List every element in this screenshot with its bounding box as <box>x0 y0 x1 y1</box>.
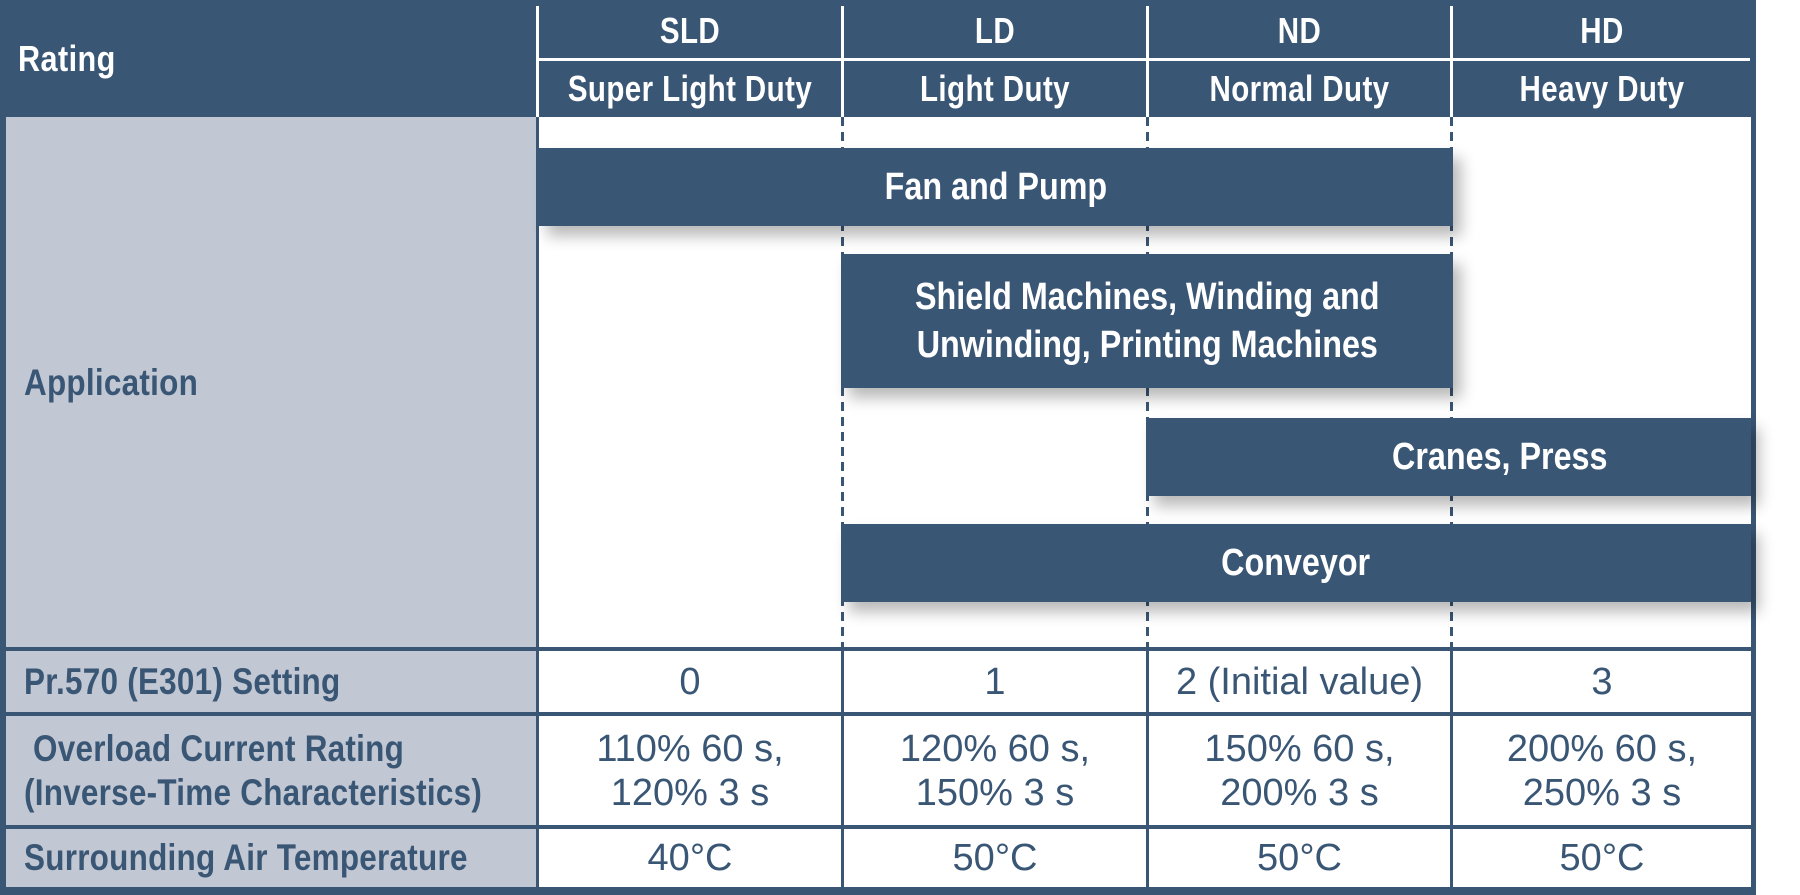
cell-line: 40°C <box>647 837 733 879</box>
cell-line: 250% 3 s <box>1522 771 1682 814</box>
table-cell: 3 <box>1453 651 1751 712</box>
cell-line: 150% 60 s, <box>1204 727 1395 770</box>
column-name-ld: Light Duty <box>919 68 1071 109</box>
cell-line: 50°C <box>1559 837 1645 879</box>
application-bar-fan-and-pump: Fan and Pump <box>539 148 1453 226</box>
cell-line: 200% 60 s, <box>1506 727 1698 770</box>
header-divider <box>841 6 844 117</box>
application-bar-cranes-press: Cranes, Press <box>1146 418 1751 496</box>
cell-line: 3 <box>1591 660 1613 703</box>
cell-line: 1 <box>984 660 1006 703</box>
table-cell: 50°C <box>1453 829 1751 887</box>
cell-line: 120% 60 s, <box>899 727 1091 770</box>
table-cell: 50°C <box>1149 829 1450 887</box>
cell-line: 150% 3 s <box>915 771 1075 814</box>
application-bar-conveyor: Conveyor <box>841 524 1751 602</box>
corner-label: Rating <box>0 0 160 117</box>
cell-line: 0 <box>679 660 701 703</box>
cell-line: 200% 3 s <box>1220 771 1379 814</box>
header-divider <box>536 6 539 117</box>
column-code-ld: LD <box>974 10 1016 51</box>
table-cell: 50°C <box>844 829 1146 887</box>
row-label-overload-current-rating: Overload Current Rating (Inverse-Time Ch… <box>24 727 483 813</box>
column-code-nd: ND <box>1277 10 1322 51</box>
header-divider <box>1146 6 1149 117</box>
cell-line: 50°C <box>952 837 1038 879</box>
application-label: Application <box>24 362 199 403</box>
table-cell: 110% 60 s, 120% 3 s <box>539 716 841 825</box>
table-cell: 1 <box>844 651 1146 712</box>
table-cell: 150% 60 s, 200% 3 s <box>1149 716 1450 825</box>
header-divider <box>1450 6 1453 117</box>
application-bar-shield-winding-printing: Shield Machines, Winding and Unwinding, … <box>841 254 1453 388</box>
row-label-pr570-setting: Pr.570 (E301) Setting <box>24 660 341 702</box>
column-name-sld: Super Light Duty <box>567 68 813 109</box>
cell-line: 120% 3 s <box>610 771 770 814</box>
table-cell: 2 (Initial value) <box>1149 651 1450 712</box>
table-cell: 0 <box>539 651 841 712</box>
column-name-nd: Normal Duty <box>1209 68 1390 109</box>
cell-line: 50°C <box>1257 837 1342 879</box>
corner-label-text: Rating <box>18 37 116 79</box>
column-name-hd: Heavy Duty <box>1519 68 1685 109</box>
column-code-sld: SLD <box>659 10 721 51</box>
cell-line: 2 (Initial value) <box>1175 660 1424 703</box>
cell-line: 110% 60 s, <box>596 727 784 770</box>
row-label-surrounding-air-temperature: Surrounding Air Temperature <box>24 837 468 878</box>
table-cell: 120% 60 s, 150% 3 s <box>844 716 1146 825</box>
table-cell: 200% 60 s, 250% 3 s <box>1453 716 1751 825</box>
table-cell: 40°C <box>539 829 841 887</box>
column-code-hd: HD <box>1580 10 1624 51</box>
